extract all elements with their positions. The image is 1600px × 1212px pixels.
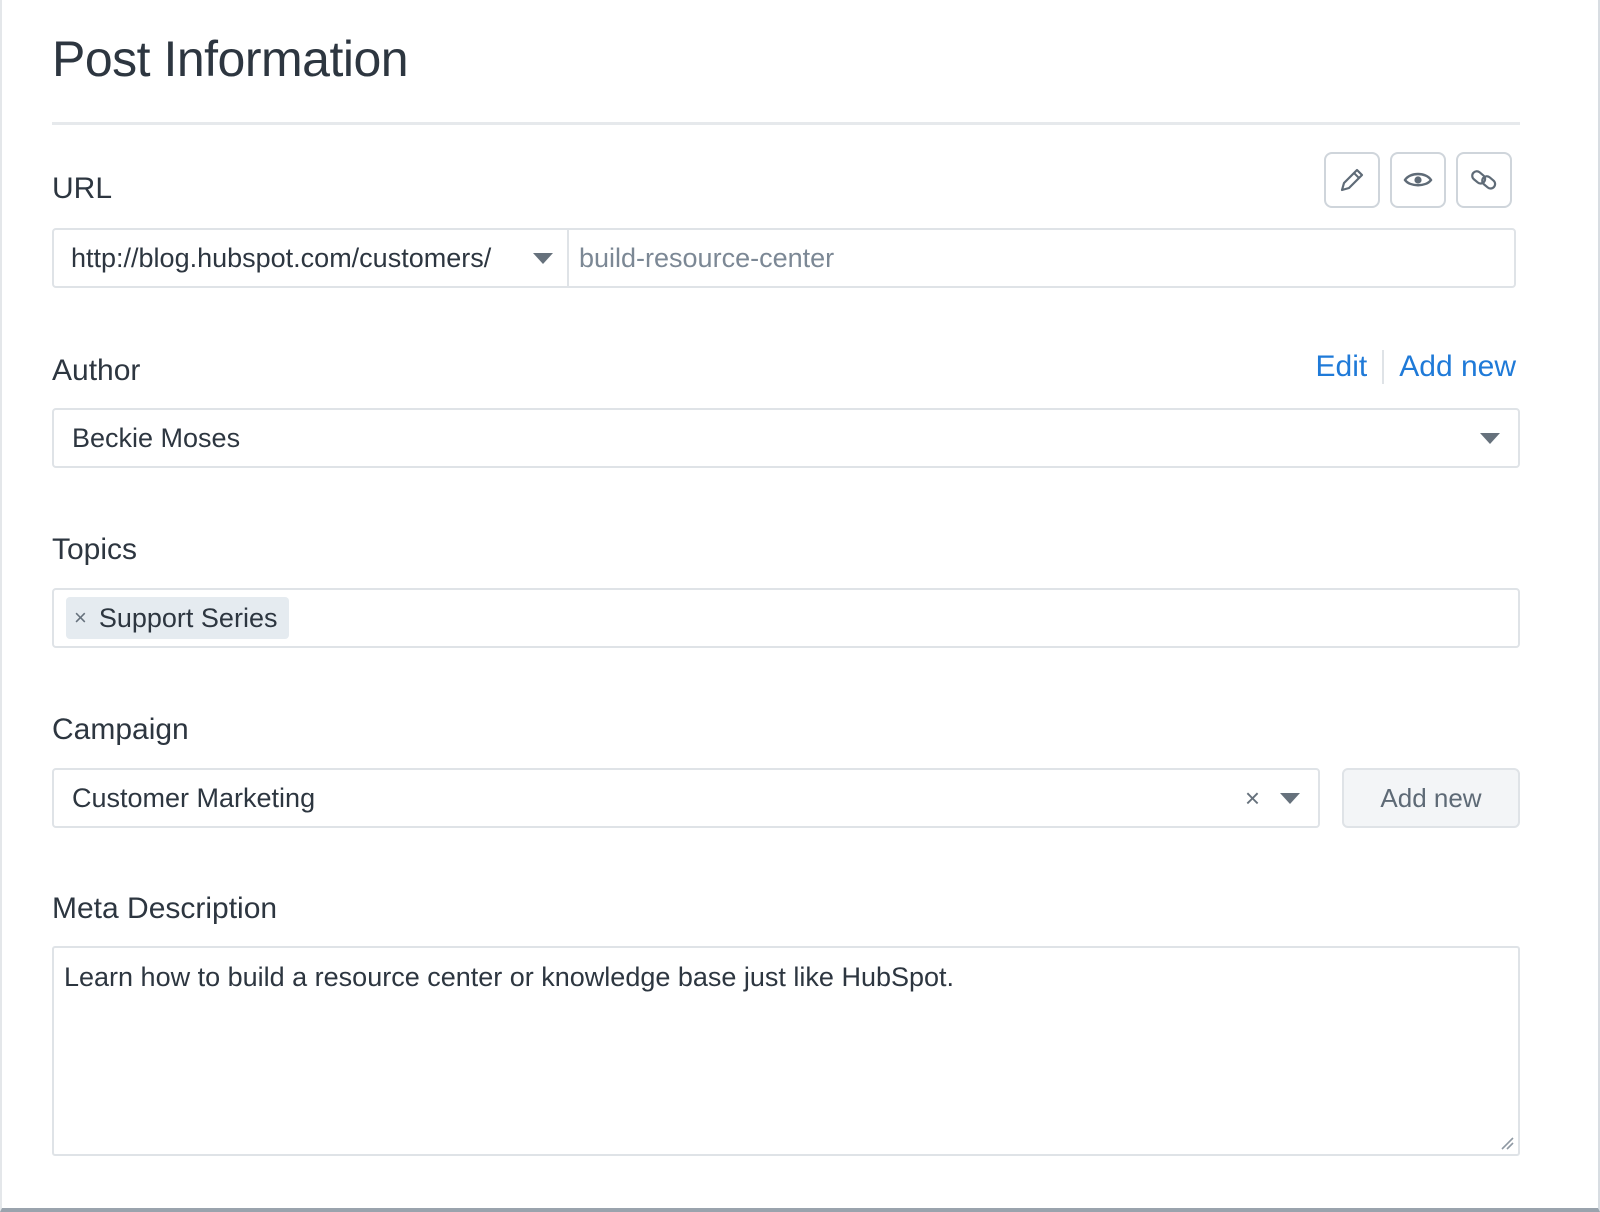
campaign-select[interactable]: Customer Marketing × xyxy=(52,768,1320,828)
url-field-group: http://blog.hubspot.com/customers/ xyxy=(52,228,1516,288)
campaign-label: Campaign xyxy=(52,713,189,746)
author-select[interactable]: Beckie Moses xyxy=(52,408,1520,468)
topic-tag-label: Support Series xyxy=(98,602,278,633)
url-domain-select[interactable]: http://blog.hubspot.com/customers/ xyxy=(54,230,569,286)
url-label: URL xyxy=(52,172,113,205)
edit-url-button[interactable] xyxy=(1324,152,1380,208)
pencil-icon xyxy=(1340,168,1364,192)
meta-description-textarea[interactable]: Learn how to build a resource center or … xyxy=(52,946,1520,1156)
copy-link-button[interactable] xyxy=(1456,152,1512,208)
url-slug-input[interactable] xyxy=(569,230,1514,286)
topics-label: Topics xyxy=(52,533,138,566)
author-select-value: Beckie Moses xyxy=(72,422,241,453)
eye-icon xyxy=(1403,172,1433,187)
topics-input[interactable]: × Support Series xyxy=(52,588,1520,648)
link-icon xyxy=(1471,170,1497,190)
author-actions: Edit Add new xyxy=(1316,350,1516,384)
clear-icon[interactable]: × xyxy=(1245,783,1260,814)
campaign-select-value: Customer Marketing xyxy=(72,782,316,813)
edit-author-link[interactable]: Edit xyxy=(1316,350,1368,384)
post-information-panel: Post Information URL http://blog.hubspot… xyxy=(0,0,1600,1212)
add-new-author-link[interactable]: Add new xyxy=(1399,350,1516,384)
add-new-campaign-button[interactable]: Add new xyxy=(1342,768,1520,828)
title-divider xyxy=(52,122,1520,125)
topic-tag: × Support Series xyxy=(66,597,290,639)
preview-url-button[interactable] xyxy=(1390,152,1446,208)
url-domain-value: http://blog.hubspot.com/customers/ xyxy=(71,242,492,273)
chevron-down-icon xyxy=(1480,432,1500,444)
meta-description-label: Meta Description xyxy=(52,892,278,925)
link-divider xyxy=(1382,350,1385,384)
author-label: Author xyxy=(52,354,141,387)
page-title: Post Information xyxy=(52,31,409,87)
resize-handle-icon[interactable] xyxy=(1498,1134,1514,1150)
url-toolbar xyxy=(1324,152,1512,208)
remove-tag-icon[interactable]: × xyxy=(74,605,87,631)
chevron-down-icon xyxy=(1280,792,1300,804)
chevron-down-icon xyxy=(533,252,553,264)
